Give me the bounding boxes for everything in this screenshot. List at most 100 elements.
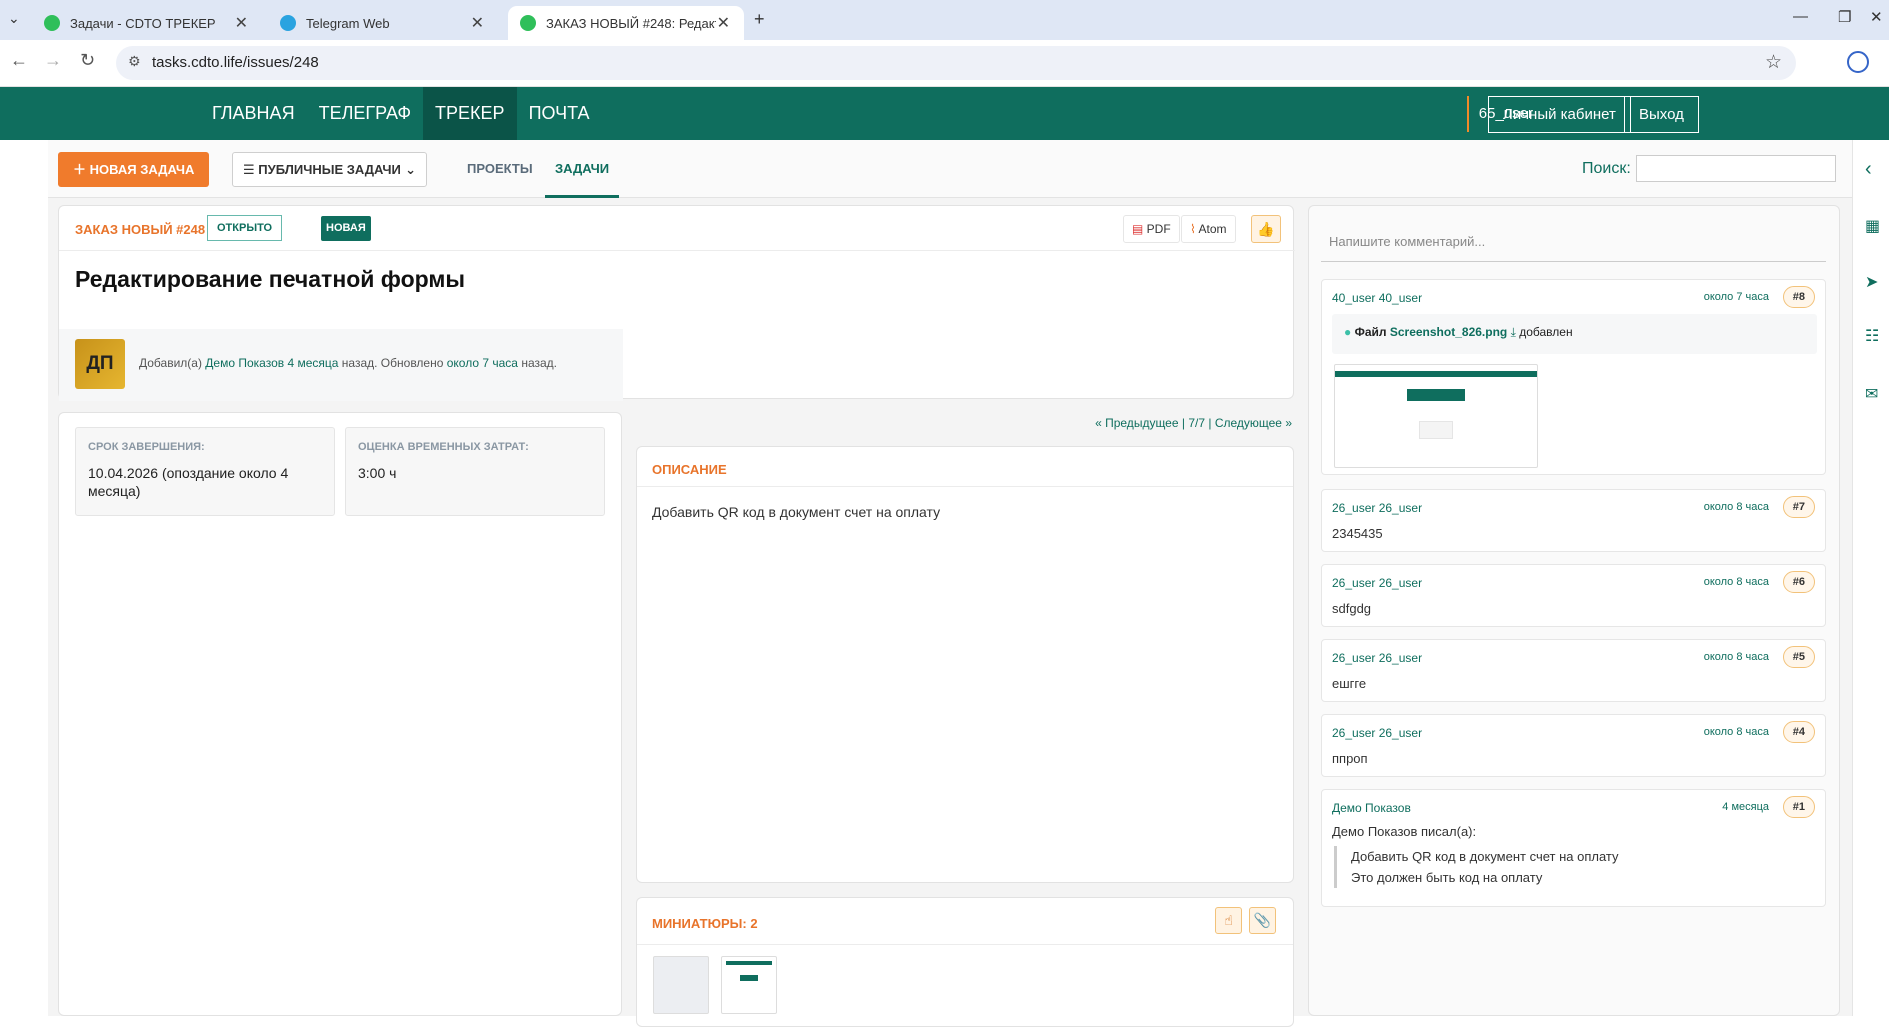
tab-projects[interactable]: ПРОЕКТЫ (457, 140, 543, 198)
thumbnail-image[interactable] (721, 956, 777, 1014)
forward-icon[interactable]: → (44, 50, 62, 71)
author-link[interactable]: Демо Показов (205, 356, 284, 370)
nav-mail[interactable]: ПОЧТА (517, 87, 602, 140)
comment-item: 26_user 26_user около 8 часа #6 sdfgdg (1321, 564, 1826, 627)
comment-number[interactable]: #7 (1782, 496, 1815, 518)
divider (637, 944, 1293, 945)
close-icon[interactable]: ✕ (471, 13, 484, 33)
logout-button[interactable]: Выход (1624, 96, 1699, 133)
next-link[interactable]: Следующее » (1215, 416, 1292, 430)
main-nav: ГЛАВНАЯ ТЕЛЕГРАФ ТРЕКЕР ПОЧТА (200, 87, 602, 140)
tab-title: Задачи - CDTO ТРЕКЕР (70, 15, 216, 31)
comment-item: 26_user 26_user около 8 часа #5 ешгге (1321, 639, 1826, 702)
description-title: ОПИСАНИЕ (652, 462, 727, 477)
reload-icon[interactable]: ↻ (80, 50, 95, 71)
plus-icon: ＋ (73, 162, 90, 177)
nav-telegraph[interactable]: ТЕЛЕГРАФ (307, 87, 423, 140)
download-icon[interactable]: ⤓ (1511, 325, 1520, 339)
public-tasks-dropdown[interactable]: ☰ ПУБЛИЧНЫЕ ЗАДАЧИ ⌄ (232, 152, 427, 187)
atom-button[interactable]: ⌇ Atom (1181, 215, 1236, 243)
atom-label: Atom (1198, 222, 1227, 236)
comment-number[interactable]: #5 (1782, 646, 1815, 668)
left-gutter (0, 140, 48, 1016)
comment-input[interactable]: Напишите комментарий... (1321, 218, 1826, 262)
comment-number[interactable]: #6 (1782, 571, 1815, 593)
pager-links: « Предыдущее | 7/7 | Следующее » (1095, 416, 1292, 430)
browser-tabbar: ⌄ Задачи - CDTO ТРЕКЕР ✕ Telegram Web ✕ … (0, 0, 1889, 40)
profile-icon[interactable] (1847, 51, 1869, 73)
comment-user[interactable]: 40_user 40_user (1332, 291, 1422, 305)
site-header: ГЛАВНАЯ ТЕЛЕГРАФ ТРЕКЕР ПОЧТА 65_user Ли… (0, 87, 1889, 140)
send-icon[interactable]: ➤ (1865, 272, 1878, 292)
pager-position: 7/7 (1188, 416, 1206, 430)
cabinet-button[interactable]: Личный кабинет (1488, 96, 1631, 133)
tab-title: ЗАКАЗ НОВЫЙ #248: Редактир (546, 15, 716, 31)
updated-ago-link[interactable]: около 7 часа (447, 356, 518, 370)
comment-time: около 8 часа (1703, 501, 1769, 513)
comment-user[interactable]: 26_user 26_user (1332, 576, 1422, 590)
restore-icon[interactable]: ❐ (1838, 8, 1851, 26)
back-icon[interactable]: ← (10, 50, 28, 71)
file-link[interactable]: Screenshot_826.png (1390, 325, 1507, 339)
issue-header-card: ЗАКАЗ НОВЫЙ #248 ОТКРЫТО НОВАЯ ▤ PDF ⌇ A… (58, 205, 1295, 401)
right-sidebar: ‹ ▦ ➤ ☷ ✉ (1852, 140, 1889, 1016)
close-icon[interactable]: ✕ (717, 13, 730, 33)
comment-user[interactable]: 26_user 26_user (1332, 726, 1422, 740)
prev-link[interactable]: « Предыдущее (1095, 416, 1178, 430)
grid-icon[interactable]: ▦ (1865, 216, 1880, 236)
comment-number[interactable]: #8 (1782, 286, 1815, 308)
comment-user[interactable]: 26_user 26_user (1332, 501, 1422, 515)
bookmark-star-icon[interactable]: ☆ (1765, 51, 1782, 74)
favicon-icon (520, 15, 536, 31)
added-ago-link[interactable]: 4 месяца (287, 356, 338, 370)
browser-tab-tasks[interactable]: Задачи - CDTO ТРЕКЕР ✕ (32, 6, 262, 40)
tab-title: Telegram Web (306, 15, 390, 31)
tab-search-icon[interactable]: ⌄ (8, 10, 20, 27)
search-input[interactable] (1636, 155, 1836, 182)
file-label: Файл (1354, 325, 1387, 339)
close-icon[interactable]: ✕ (235, 13, 248, 33)
divider (637, 486, 1293, 487)
comment-body: ппрoп (1332, 751, 1368, 766)
comment-user[interactable]: 26_user 26_user (1332, 651, 1422, 665)
issue-id: ЗАКАЗ НОВЫЙ #248 (75, 222, 206, 237)
comment-item: Демо Показов 4 месяца #1 Демо Показов пи… (1321, 789, 1826, 907)
browser-tab-telegram[interactable]: Telegram Web ✕ (268, 6, 498, 40)
thumbs-up-icon: 👍 (1257, 221, 1275, 237)
comment-body: sdfgdg (1332, 601, 1372, 616)
paperclip-icon[interactable]: 📎 (1249, 907, 1276, 934)
tab-tasks[interactable]: ЗАДАЧИ (545, 140, 620, 198)
list-icon[interactable]: ☷ (1865, 326, 1879, 346)
comment-number[interactable]: #4 (1782, 721, 1815, 743)
thumbnail-image[interactable] (653, 956, 709, 1014)
site-settings-icon[interactable]: ⚙ (128, 53, 141, 70)
url-field[interactable]: ⚙ tasks.cdto.life/issues/248 ☆ (116, 46, 1796, 80)
avatar: ДП (75, 339, 125, 389)
collapse-chevron-icon[interactable]: ‹ (1865, 158, 1872, 181)
search-label: Поиск: (1582, 160, 1631, 177)
comment-number[interactable]: #1 (1782, 796, 1815, 818)
author-row: ДП Добавил(а) Демо Показов 4 месяца наза… (59, 329, 623, 401)
comment-user[interactable]: Демо Показов (1332, 801, 1411, 815)
browser-tab-issue[interactable]: ЗАКАЗ НОВЫЙ #248: Редактир ✕ (508, 6, 744, 40)
touch-icon[interactable]: ☝ (1215, 907, 1242, 934)
due-date-value: 10.04.2026 (опоздание около 4 месяца) (88, 465, 289, 499)
thumb-strip (726, 961, 772, 965)
minimize-icon[interactable]: — (1793, 8, 1808, 25)
attachment-thumbnail[interactable] (1334, 364, 1538, 468)
pdf-icon: ▤ (1132, 222, 1147, 236)
pdf-button[interactable]: ▤ PDF (1123, 215, 1180, 243)
thumb-block (1407, 389, 1465, 401)
suffix-text: назад. (521, 356, 558, 370)
new-tab-icon[interactable]: + (754, 9, 765, 30)
chevron-down-icon: ⌄ (405, 162, 416, 177)
nav-home[interactable]: ГЛАВНАЯ (200, 87, 307, 140)
like-button[interactable]: 👍 (1251, 215, 1281, 243)
nav-tracker[interactable]: ТРЕКЕР (423, 87, 517, 140)
close-window-icon[interactable]: ✕ (1870, 8, 1883, 26)
thumbnails-title: МИНИАТЮРЫ: 2 (652, 916, 758, 931)
mail-icon[interactable]: ✉ (1865, 384, 1878, 404)
thumb-strip (1335, 371, 1537, 377)
new-task-button[interactable]: ＋ НОВАЯ ЗАДАЧА (58, 152, 210, 187)
new-task-label: НОВАЯ ЗАДАЧА (89, 162, 195, 177)
